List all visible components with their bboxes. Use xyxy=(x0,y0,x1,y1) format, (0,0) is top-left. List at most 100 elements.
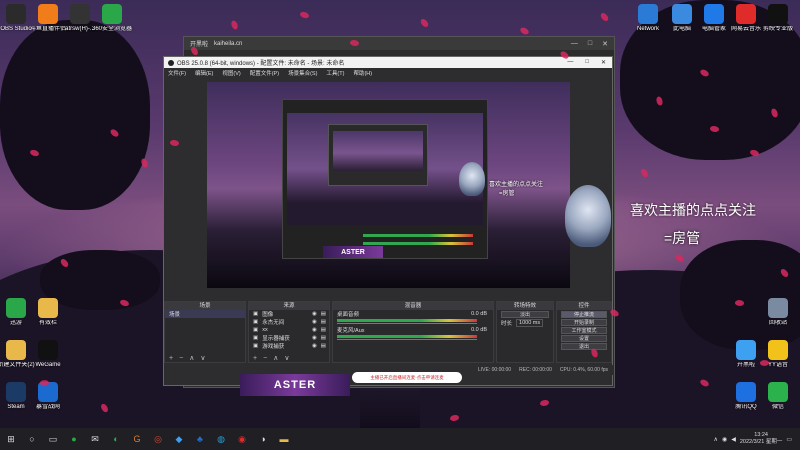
viewer-subtitle: kaiheila.cn xyxy=(214,40,243,47)
control-button-3[interactable]: 设置 xyxy=(561,335,607,342)
desktop-icon-folder[interactable]: 有效栏 xyxy=(26,298,70,327)
chrome-icon[interactable]: ◎ xyxy=(148,429,168,449)
obs-window[interactable]: OBS 25.0.8 (64-bit, windows) - 配置文件: 未命名… xyxy=(163,56,614,386)
visibility-eye-icon[interactable]: ◉ xyxy=(312,327,317,333)
netease-icon[interactable]: ◉ xyxy=(232,429,252,449)
obs-minimize-button[interactable]: — xyxy=(567,59,573,66)
visibility-eye-icon[interactable]: ◉ xyxy=(312,311,317,317)
lock-icon[interactable]: ▤ xyxy=(321,327,329,333)
viewer-close-button[interactable]: ✕ xyxy=(602,40,608,48)
lock-icon[interactable]: ▤ xyxy=(321,319,329,325)
transitions-dock-title: 转场特效 xyxy=(497,302,553,310)
menu-item-0[interactable]: 文件(F) xyxy=(168,69,186,77)
lock-icon[interactable]: ▤ xyxy=(321,311,329,317)
obs-preview[interactable]: ASTER 喜欢主播的点点关注 =房管 xyxy=(207,82,570,288)
lock-icon[interactable]: ▤ xyxy=(321,335,329,341)
control-button-4[interactable]: 退出 xyxy=(561,343,607,350)
obs-icon[interactable]: ◑ xyxy=(253,429,273,449)
scene-item[interactable]: 场景 xyxy=(165,310,245,318)
desktop-icon-label: 暴雪战网 xyxy=(35,404,60,410)
obs-close-button[interactable]: ✕ xyxy=(601,59,606,66)
mixer-track-db: 0.0 dB xyxy=(471,327,487,333)
menu-item-5[interactable]: 工具(T) xyxy=(326,69,344,77)
clock-time: 13:24 xyxy=(754,432,768,438)
source-item[interactable]: ▣ 游戏捕获 ◉ ▤ xyxy=(249,342,329,350)
scene-up-button[interactable]: ∧ xyxy=(189,354,194,362)
viewer-titlebar[interactable]: 开黑啦 kaiheila.cn — □ ✕ xyxy=(184,37,614,50)
controls-dock-title: 控件 xyxy=(557,302,611,310)
source-item[interactable]: ▣ 显示器捕获 ◉ ▤ xyxy=(249,334,329,342)
remove-scene-button[interactable]: − xyxy=(179,355,183,362)
viewer-maximize-button[interactable]: □ xyxy=(588,40,592,48)
desktop-icon-wechat[interactable]: 微信 xyxy=(756,382,800,411)
control-button-1[interactable]: 开始录制 xyxy=(561,319,607,326)
mixer-dock-title: 混音器 xyxy=(333,302,493,310)
source-item-label: 图像 xyxy=(262,312,274,318)
menu-item-2[interactable]: 视图(V) xyxy=(222,69,240,77)
desktop-icon-360-browser[interactable]: 360安全浏览器 xyxy=(90,4,134,33)
menu-item-3[interactable]: 配置文件(P) xyxy=(250,69,279,77)
volume-icon[interactable]: ◀ xyxy=(731,436,736,443)
desktop-icon-recycle-bin[interactable]: 回收站 xyxy=(756,298,800,327)
kaiheila-icon xyxy=(736,340,756,360)
duration-input[interactable]: 1000 ms xyxy=(516,319,544,327)
obs-maximize-button[interactable]: □ xyxy=(585,59,589,66)
menu-item-4[interactable]: 场景集合(S) xyxy=(288,69,317,77)
obs-titlebar[interactable]: OBS 25.0.8 (64-bit, windows) - 配置文件: 未命名… xyxy=(164,57,612,68)
source-down-button[interactable]: ∨ xyxy=(284,354,289,362)
chat-icon[interactable]: ✉ xyxy=(85,429,105,449)
search-icon[interactable]: ○ xyxy=(22,429,42,449)
menu-item-1[interactable]: 编辑(E) xyxy=(195,69,213,77)
browser-icon[interactable]: ◍ xyxy=(211,429,231,449)
tray-chevron-icon[interactable]: ∧ xyxy=(714,436,718,443)
visibility-eye-icon[interactable]: ◉ xyxy=(312,319,317,325)
live-request-banner[interactable]: 主播已开启直播间连麦·点击申请连麦 xyxy=(352,372,462,383)
task-view-icon[interactable]: ▭ xyxy=(43,429,63,449)
notification-icon[interactable]: ▭ xyxy=(786,436,792,443)
desktop-icon-netease-bubble[interactable]: 暴雪战网 xyxy=(26,382,70,411)
mixer-meter-mic[interactable] xyxy=(337,334,489,342)
source-item[interactable]: ▣ xx ◉ ▤ xyxy=(249,326,329,334)
sources-dock: 来源 ▣ 图像 ◉ ▤ ▣ 永杰无间 ◉ ▤ ▣ xx ◉ ▤ ▣ 显示器捕获 ◉ ▤ ▣ 游戏捕获 ◉ ▤ + − … xyxy=(248,301,330,363)
transition-select[interactable]: 淡出 xyxy=(501,311,549,318)
360-icon[interactable]: ● xyxy=(64,429,84,449)
wechat-icon xyxy=(768,382,788,402)
desktop-icon-capcut[interactable]: 剪映专业版 xyxy=(756,4,800,33)
kaiheila-icon[interactable]: ◆ xyxy=(169,429,189,449)
add-source-button[interactable]: + xyxy=(253,355,257,362)
network-tray-icon[interactable]: ◉ xyxy=(722,436,727,443)
folder-icon[interactable]: ▬ xyxy=(274,429,294,449)
visibility-eye-icon[interactable]: ◉ xyxy=(312,335,317,341)
desktop-icon-label: 有效栏 xyxy=(38,320,57,326)
visibility-eye-icon[interactable]: ◉ xyxy=(312,343,317,349)
lock-icon[interactable]: ▤ xyxy=(321,343,329,349)
viewer-minimize-button[interactable]: — xyxy=(571,40,578,48)
source-type-icon: ▣ xyxy=(253,327,259,333)
scene-down-button[interactable]: ∨ xyxy=(200,354,205,362)
duration-label: 时长 xyxy=(501,321,513,327)
source-item-label: 游戏捕获 xyxy=(262,344,285,350)
source-type-icon: ▣ xyxy=(253,311,259,317)
source-item[interactable]: ▣ 永杰无间 ◉ ▤ xyxy=(249,318,329,326)
shortcut-icon xyxy=(70,4,90,24)
desktop-icon-wegame[interactable]: WeGame xyxy=(26,340,70,369)
game-icon[interactable]: G xyxy=(127,429,147,449)
small-mascot-image xyxy=(459,162,485,196)
wechat-icon[interactable]: ◐ xyxy=(106,429,126,449)
control-button-0[interactable]: 停止推流 xyxy=(561,311,607,318)
mixer-meter-desktop[interactable] xyxy=(337,318,489,326)
obs-logo-icon xyxy=(168,59,174,66)
source-up-button[interactable]: ∧ xyxy=(273,354,278,362)
desktop-icon-label: 回收站 xyxy=(768,320,787,326)
start-icon[interactable]: ⊞ xyxy=(1,429,21,449)
clock[interactable]: 13:24 2022/3/21 星期一 xyxy=(740,432,783,446)
menu-item-6[interactable]: 帮助(H) xyxy=(353,69,372,77)
clock-date: 2022/3/21 星期一 xyxy=(739,439,783,445)
source-item[interactable]: ▣ 图像 ◉ ▤ xyxy=(249,310,329,318)
add-scene-button[interactable]: + xyxy=(169,355,173,362)
control-button-2[interactable]: 工作室模式 xyxy=(561,327,607,334)
qq-icon[interactable]: ♣ xyxy=(190,429,210,449)
remove-source-button[interactable]: − xyxy=(263,355,267,362)
source-type-icon: ▣ xyxy=(253,319,259,325)
capcut-icon xyxy=(768,4,788,24)
